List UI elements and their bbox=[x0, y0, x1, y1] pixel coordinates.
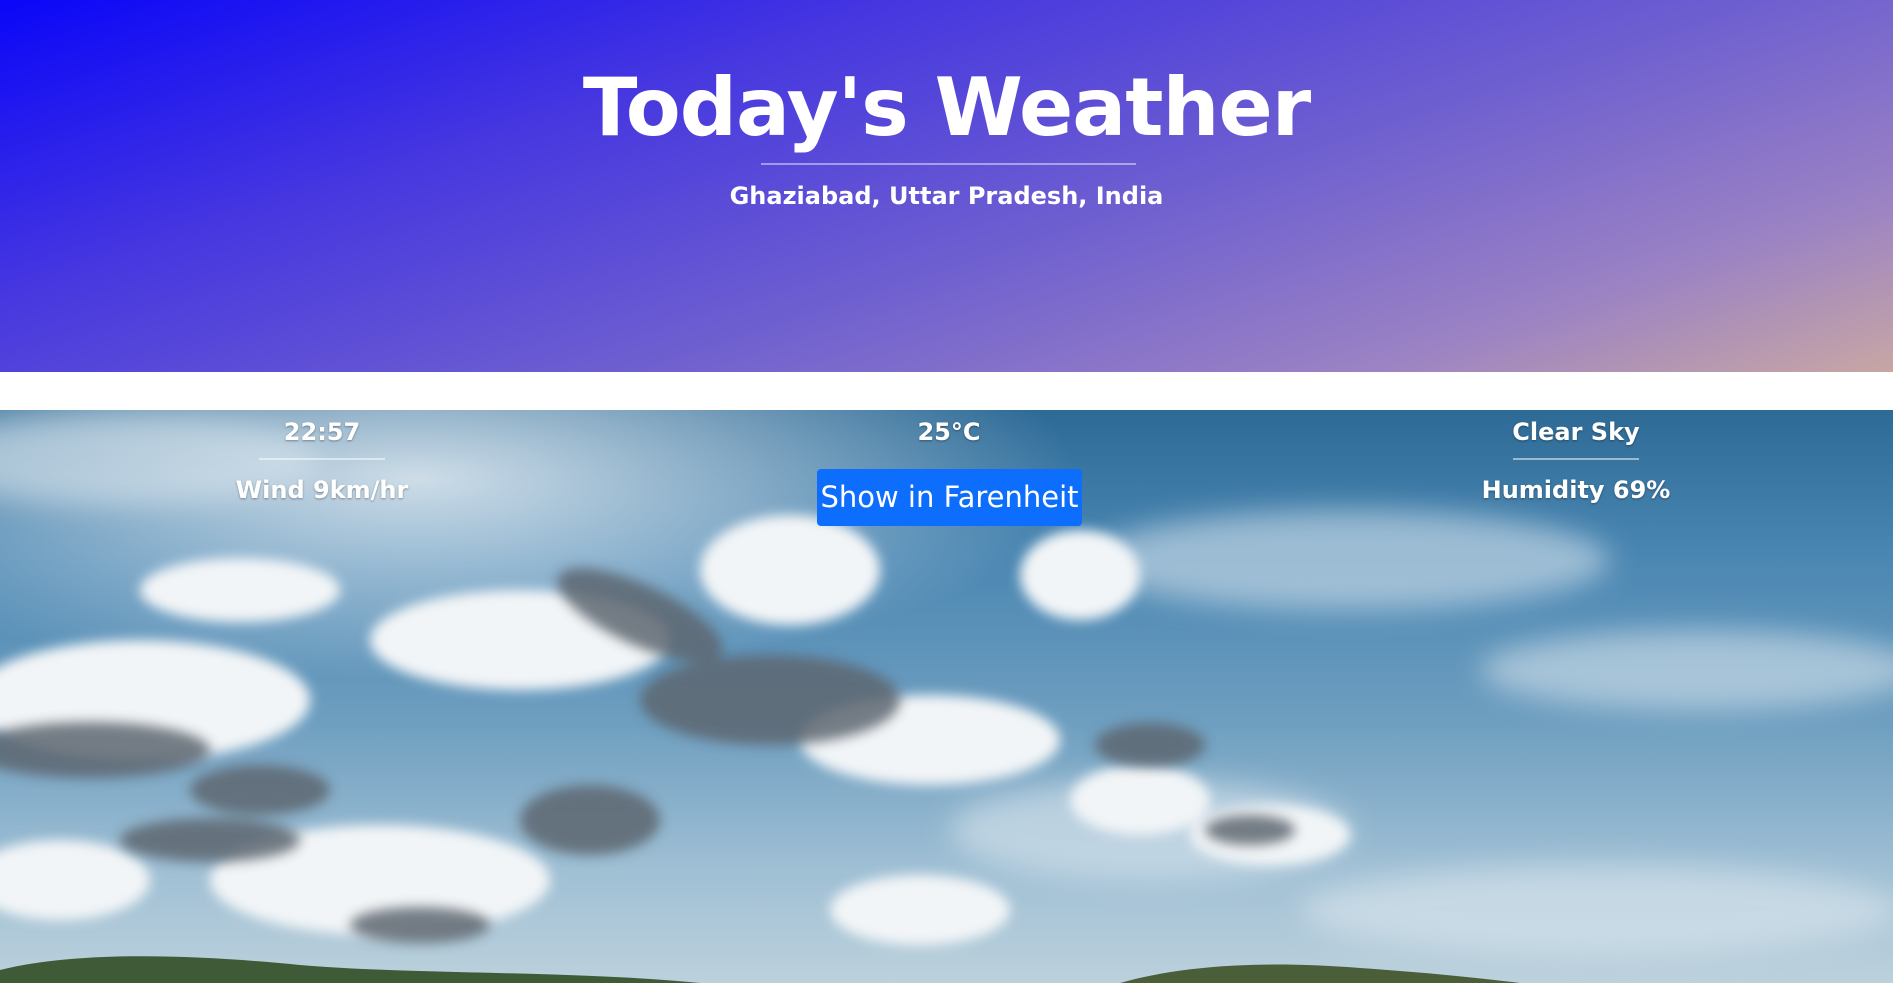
page-title: Today's Weather bbox=[582, 61, 1311, 154]
time-label: 22:57 bbox=[283, 418, 361, 446]
temperature-label: 25°C bbox=[917, 418, 981, 446]
show-farenheit-button[interactable]: Show in Farenheit bbox=[817, 469, 1082, 526]
time-divider bbox=[259, 458, 385, 460]
wind-label: Wind 9km/hr bbox=[235, 476, 409, 504]
title-divider bbox=[761, 163, 1136, 165]
header-banner: Today's Weather Ghaziabad, Uttar Pradesh… bbox=[0, 0, 1893, 372]
location-label: Ghaziabad, Uttar Pradesh, India bbox=[729, 182, 1164, 210]
condition-label: Clear Sky bbox=[1512, 418, 1640, 446]
condition-divider bbox=[1513, 458, 1639, 460]
humidity-label: Humidity 69% bbox=[1481, 476, 1671, 504]
section-spacer bbox=[0, 372, 1893, 410]
